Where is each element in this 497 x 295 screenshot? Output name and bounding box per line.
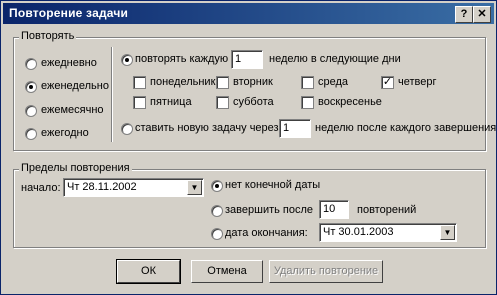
- radio-yearly-label: ежегодно: [41, 127, 89, 139]
- regenerate-prefix: ставить новую задачу через: [135, 122, 279, 134]
- checkbox-wednesday[interactable]: [301, 76, 314, 89]
- checkbox-sunday[interactable]: [301, 96, 314, 109]
- recurrence-dialog: Повторение задачи ? ✕ Повторять ежедневн…: [0, 0, 497, 295]
- every-week-prefix: повторять каждую: [135, 53, 229, 65]
- radio-yearly[interactable]: [25, 128, 37, 140]
- no-end-date-label: нет конечной даты: [225, 179, 321, 191]
- start-date-value: Чт 28.11.2002: [67, 181, 137, 193]
- every-week-suffix: неделю в следующие дни: [269, 53, 401, 65]
- cancel-button[interactable]: Отмена: [191, 260, 263, 283]
- checkbox-friday-label: пятница: [150, 96, 192, 108]
- dialog-title: Повторение задачи: [9, 6, 129, 20]
- checkbox-tuesday[interactable]: [216, 76, 229, 89]
- end-date-value: Чт 30.01.2003: [323, 226, 394, 238]
- radio-monthly-label: ежемесячно: [41, 104, 104, 116]
- end-after-label: завершить после: [225, 204, 314, 216]
- repeat-divider: [111, 47, 113, 142]
- radio-end-by[interactable]: [211, 228, 223, 240]
- checkbox-monday-label: понедельник: [150, 76, 216, 88]
- radio-no-end-date[interactable]: [211, 180, 223, 192]
- occurrences-suffix: повторений: [357, 204, 417, 216]
- start-date-dropdown[interactable]: Чт 28.11.2002 ▼: [63, 178, 204, 197]
- checkbox-wednesday-label: среда: [318, 76, 349, 88]
- regenerate-input[interactable]: 1: [279, 119, 311, 138]
- radio-end-after[interactable]: [211, 205, 223, 217]
- ok-button[interactable]: ОК: [116, 259, 181, 284]
- chevron-down-icon[interactable]: ▼: [440, 225, 455, 240]
- occurrences-input[interactable]: 10: [319, 200, 349, 219]
- checkbox-saturday[interactable]: [216, 96, 229, 109]
- chevron-down-icon[interactable]: ▼: [187, 180, 202, 195]
- checkbox-thursday-label: четверг: [398, 76, 437, 88]
- radio-every-week[interactable]: [121, 54, 133, 66]
- checkbox-saturday-label: суббота: [233, 96, 274, 108]
- help-button[interactable]: ?: [455, 6, 473, 23]
- repeat-group-label: Повторять: [19, 30, 77, 42]
- checkbox-friday[interactable]: [133, 96, 146, 109]
- radio-weekly-label: еженедельно: [41, 80, 109, 92]
- limits-group-label: Пределы повторения: [19, 162, 132, 174]
- title-bar[interactable]: Повторение задачи ? ✕: [3, 3, 494, 24]
- remove-recurrence-button[interactable]: Удалить повторение: [269, 260, 383, 283]
- checkbox-thursday[interactable]: ✓: [381, 76, 394, 89]
- radio-daily-label: ежедневно: [41, 57, 97, 69]
- radio-weekly[interactable]: [25, 81, 37, 93]
- checkbox-tuesday-label: вторник: [233, 76, 273, 88]
- checkbox-sunday-label: воскресенье: [318, 96, 382, 108]
- end-by-label: дата окончания:: [225, 227, 308, 239]
- radio-monthly[interactable]: [25, 105, 37, 117]
- every-week-input[interactable]: 1: [231, 50, 263, 69]
- end-date-dropdown[interactable]: Чт 30.01.2003 ▼: [319, 223, 457, 242]
- close-button[interactable]: ✕: [473, 6, 491, 23]
- regenerate-suffix: неделю после каждого завершения: [315, 122, 497, 134]
- start-label: начало:: [21, 182, 61, 194]
- checkbox-monday[interactable]: [133, 76, 146, 89]
- radio-daily[interactable]: [25, 58, 37, 70]
- radio-regenerate[interactable]: [121, 123, 133, 135]
